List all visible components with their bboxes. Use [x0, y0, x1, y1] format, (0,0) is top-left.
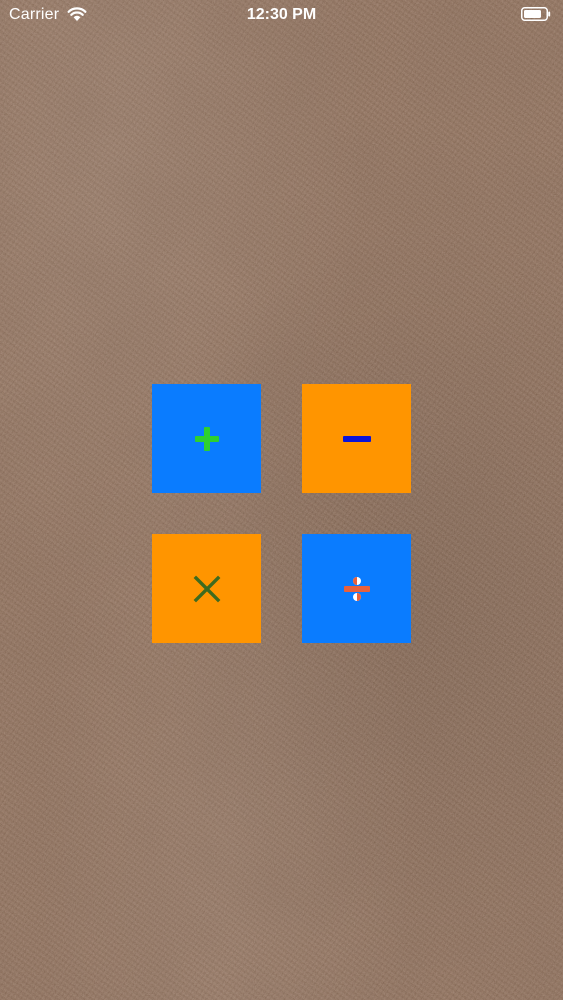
divide-button[interactable]	[302, 534, 411, 643]
battery-icon	[521, 7, 551, 21]
multiply-icon	[193, 575, 221, 603]
multiply-button[interactable]	[152, 534, 261, 643]
leather-texture	[0, 0, 563, 1000]
status-time: 12:30 PM	[246, 6, 317, 23]
subtract-button[interactable]	[302, 384, 411, 493]
add-button[interactable]	[152, 384, 261, 493]
divide-icon	[343, 575, 371, 603]
plus-icon	[193, 425, 221, 453]
minus-icon	[342, 434, 372, 444]
status-bar: Carrier 12:30 PM	[0, 0, 563, 30]
